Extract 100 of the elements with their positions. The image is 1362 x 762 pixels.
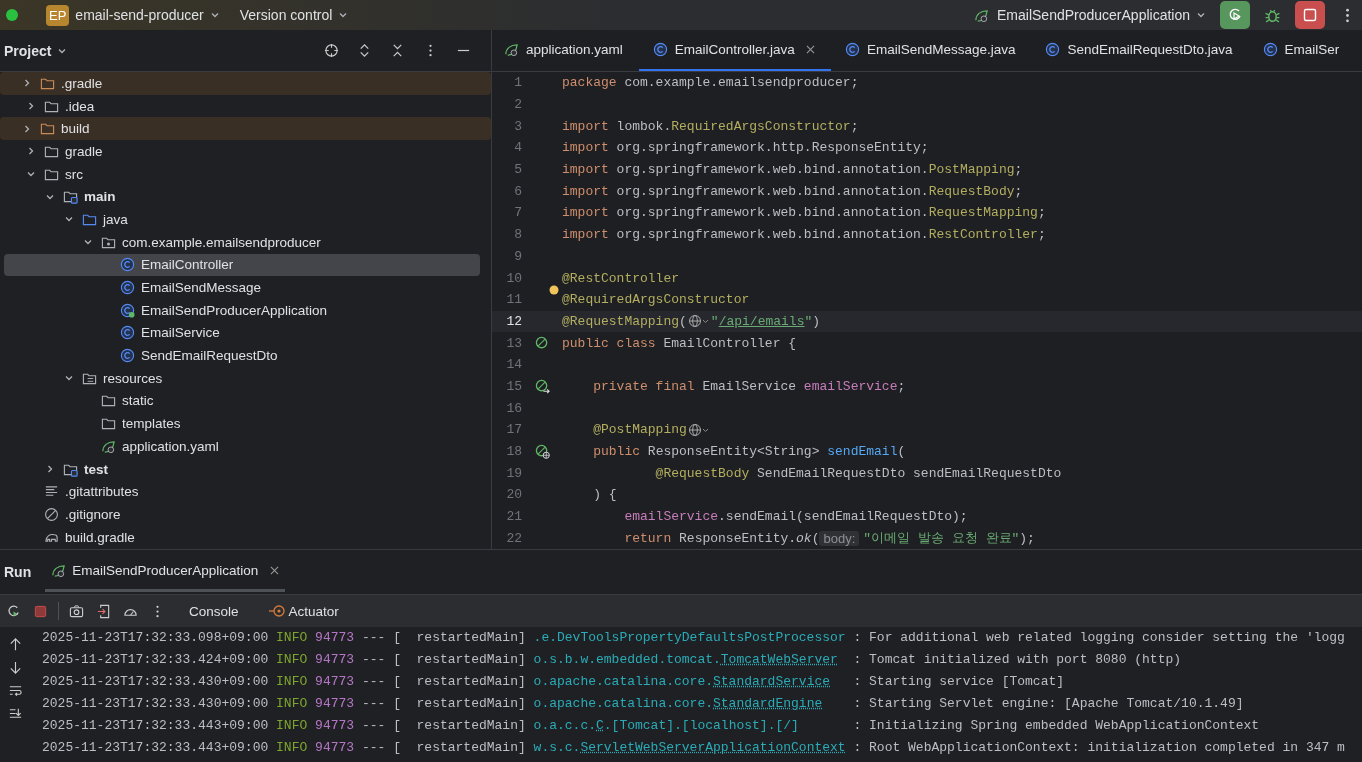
code-line: import org.springframework.web.bind.annotation.RestController;	[562, 227, 1046, 243]
line-number: 20	[505, 487, 522, 503]
line-number: 21	[505, 509, 522, 525]
stop-icon[interactable]	[33, 603, 48, 619]
code-line: import org.springframework.web.bind.annotation.RequestMapping;	[562, 205, 1046, 221]
code-line: ) {	[592, 487, 617, 503]
rerun-button[interactable]	[1220, 1, 1250, 29]
tree-item[interactable]: application.yaml	[4, 435, 480, 458]
folder-icon	[40, 121, 55, 137]
code-line: emailService.sendEmail(sendEmailRequestDto);	[623, 509, 968, 525]
tree-item[interactable]: EmailSendProducerApplication	[4, 298, 480, 322]
console-tab[interactable]: Actuator	[256, 603, 351, 619]
inlay-hint: body:	[819, 530, 860, 546]
run-config-selector[interactable]: EmailSendProducerApplication	[968, 7, 1212, 23]
globe-icon[interactable]	[687, 314, 710, 329]
project-selector[interactable]: EP email-send-producer	[40, 4, 226, 26]
line-number: 8	[513, 227, 522, 243]
console-tab[interactable]: Console	[177, 603, 251, 619]
close-icon[interactable]	[270, 566, 280, 575]
tree-item[interactable]: build.gradle	[4, 525, 480, 549]
vcs-menu[interactable]: Version control	[233, 7, 355, 23]
bean-icon[interactable]	[534, 335, 550, 351]
log-line: 2025-11-23T17:32:33.098+09:00 INFO 94773 --- [ restartedMain] .e.DevToolsPropertyDefaultsPostProcessor : For additional web related logging consider setting the 'logg	[42, 629, 1345, 647]
panel-title[interactable]: Project	[4, 42, 52, 59]
leaf-icon	[974, 7, 989, 23]
line-number: 13	[505, 335, 522, 351]
chevron-icon[interactable]	[45, 464, 55, 475]
tree-item[interactable]: resources	[4, 366, 480, 390]
tree-item[interactable]: build	[0, 117, 491, 141]
tree-item[interactable]: .gitignore	[4, 503, 480, 526]
scroll-end-icon[interactable]	[7, 706, 23, 721]
locate-icon[interactable]	[324, 43, 339, 58]
line-number: 7	[513, 205, 522, 221]
editor-tab[interactable]: application.yaml	[492, 30, 639, 71]
line-number: 10	[505, 270, 522, 286]
chevron-icon[interactable]	[22, 78, 32, 89]
tree-item[interactable]: EmailController	[4, 253, 480, 277]
code-line: import org.springframework.http.ResponseEntity;	[562, 140, 929, 156]
code-line: return ResponseEntity.ok(	[623, 530, 820, 546]
chevron-icon[interactable]	[26, 146, 36, 157]
actuator-icon	[268, 603, 285, 619]
tree-item[interactable]: test	[4, 457, 480, 481]
folder-icon	[101, 393, 116, 409]
line-number: 18	[505, 444, 522, 460]
log-line: 2025-11-23T17:32:33.443+09:00 INFO 94773 --- [ restartedMain] o.a.c.c.C.[Tomcat].[localhost].[/] : Initializing Spring embedded WebApplicationContext	[42, 717, 1260, 735]
line-number: 9	[513, 248, 522, 264]
class-icon	[120, 348, 135, 364]
tree-item[interactable]: EmailService	[4, 321, 480, 345]
tree-item[interactable]: templates	[4, 412, 480, 435]
bean-globe-icon[interactable]	[534, 444, 550, 460]
collapse-all-icon[interactable]	[390, 43, 405, 58]
lightbulb-icon[interactable]	[549, 285, 559, 296]
wrap-icon[interactable]	[7, 683, 23, 698]
folder-icon	[63, 189, 78, 205]
camera-icon[interactable]	[69, 603, 84, 619]
tree-item[interactable]: gradle	[4, 140, 480, 163]
leaf-icon	[51, 563, 67, 578]
tree-item[interactable]: .gitattributes	[4, 480, 480, 504]
exit-icon[interactable]	[96, 603, 111, 619]
code-line: package com.example.emailsendproducer;	[562, 75, 859, 91]
code-line: public ResponseEntity<String> sendEmail(	[592, 444, 906, 460]
tree-item[interactable]: java	[4, 208, 480, 231]
code-line: import org.springframework.web.bind.annotation.RequestBody;	[562, 183, 1023, 199]
folder-icon	[101, 416, 116, 432]
tree-item[interactable]: com.example.emailsendproducer	[4, 230, 480, 254]
ignore-icon	[44, 506, 59, 522]
tree-item[interactable]: SendEmailRequestDto	[4, 344, 480, 367]
log-line: 2025-11-23T17:32:33.430+09:00 INFO 94773 --- [ restartedMain] o.apache.catalina.core.StandardService : Starting service [Tomcat]	[42, 673, 1065, 691]
editor-tab[interactable]: EmailSendMessage.java	[830, 30, 1032, 71]
chevron-icon[interactable]	[22, 123, 32, 134]
line-number: 4	[513, 140, 522, 156]
class-icon	[652, 42, 668, 57]
rerun-icon	[1227, 7, 1243, 23]
log-line: 2025-11-23T17:32:33.443+09:00 INFO 94773 --- [ restartedMain] w.s.c.ServletWebServerApplicationContext : Root WebApplicationContext: initialization completed in 347 m	[42, 739, 1345, 757]
line-number: 3	[513, 118, 522, 134]
close-icon[interactable]	[805, 45, 815, 54]
line-number: 1	[513, 75, 522, 91]
class-icon	[120, 325, 135, 341]
window-control[interactable]	[6, 9, 18, 21]
rerun-icon[interactable]	[6, 603, 21, 619]
code-line: @RestController	[562, 270, 680, 286]
code-line: @RequiredArgsConstructor	[562, 292, 750, 308]
editor-tab[interactable]: EmailSer	[1248, 30, 1356, 71]
tree-item[interactable]: EmailSendMessage	[4, 276, 480, 299]
tree-item[interactable]: src	[4, 162, 480, 186]
line-number: 5	[513, 162, 522, 178]
tree-item[interactable]: static	[4, 389, 480, 413]
globe-icon[interactable]	[687, 422, 710, 437]
tree-item[interactable]: main	[4, 185, 480, 209]
editor-tab[interactable]: SendEmailRequestDto.java	[1031, 30, 1249, 71]
leaf-icon	[504, 42, 519, 57]
log-line: 2025-11-23T17:32:33.424+09:00 INFO 94773 --- [ restartedMain] o.s.b.w.embedded.tomcat.TomcatWebServer : Tomcat initialized with port 8080 (http)	[42, 651, 1182, 669]
tree-item[interactable]: .idea	[4, 94, 480, 118]
chevron-icon[interactable]	[26, 101, 36, 112]
line-number: 11	[505, 292, 522, 308]
class-icon	[120, 302, 135, 318]
line-number: 2	[513, 97, 522, 113]
editor-tab[interactable]: EmailController.java	[638, 30, 831, 71]
tree-item[interactable]: .gradle	[0, 72, 491, 95]
stop-button[interactable]	[1295, 1, 1325, 29]
